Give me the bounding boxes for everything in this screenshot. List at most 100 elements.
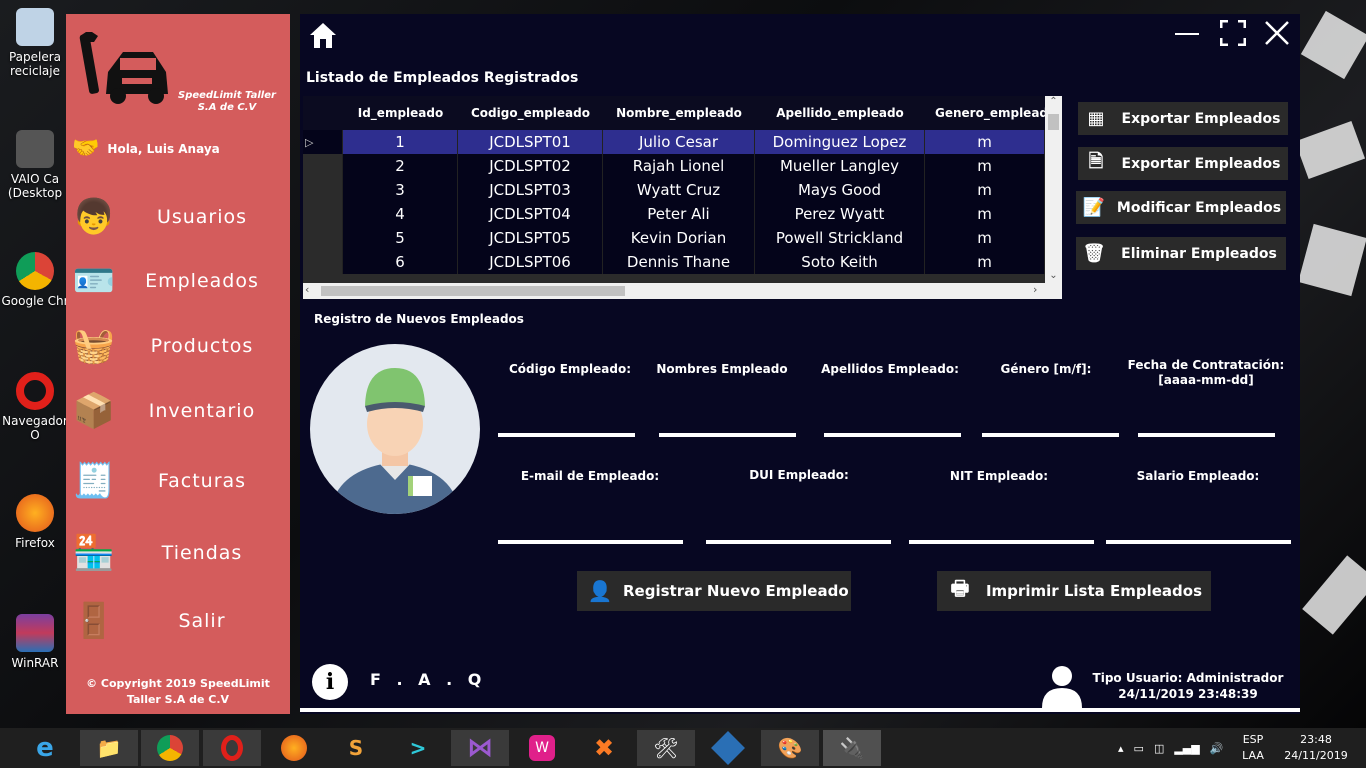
table-cell[interactable]: m [925, 178, 1045, 202]
taskbar-wamp[interactable]: W [513, 730, 571, 766]
desktop-icon-opera[interactable]: Navegador O [0, 372, 70, 442]
chevron-up-icon[interactable]: ▴ [1118, 742, 1124, 755]
scroll-down-arrow-icon[interactable]: ⌄ [1045, 270, 1062, 281]
sidebar-item-inventario[interactable]: 📦 Inventario [70, 382, 286, 440]
battery-icon[interactable]: ▭ [1134, 742, 1144, 755]
column-header[interactable]: Codigo_empleado [458, 96, 603, 130]
desktop-icon-winrar[interactable]: WinRAR [0, 614, 70, 670]
table-cell[interactable]: m [925, 250, 1045, 274]
table-cell[interactable]: 5 [343, 226, 458, 250]
network-icon[interactable]: ◫ [1154, 742, 1164, 755]
row-header[interactable] [303, 178, 343, 202]
desktop-icon-vaio[interactable]: VAIO Ca (Desktop [0, 130, 70, 200]
language-indicator[interactable]: ESP LAA [1236, 732, 1270, 764]
taskbar-firefox[interactable] [265, 730, 323, 766]
table-cell[interactable]: 4 [343, 202, 458, 226]
vertical-scrollbar[interactable]: ⌃ ⌄ [1045, 96, 1062, 283]
table-cell[interactable]: Wyatt Cruz [603, 178, 755, 202]
taskbar-chrome[interactable] [141, 730, 199, 766]
table-cell[interactable]: m [925, 154, 1045, 178]
table-cell[interactable]: Rajah Lionel [603, 154, 755, 178]
taskbar-ie[interactable]: e [16, 730, 74, 766]
table-cell[interactable]: m [925, 202, 1045, 226]
table-cell[interactable]: 6 [343, 250, 458, 274]
table-cell[interactable]: m [925, 130, 1045, 154]
sidebar-item-facturas[interactable]: 🧾 Facturas [70, 452, 286, 510]
table-cell[interactable]: Mueller Langley [755, 154, 925, 178]
table-cell[interactable]: Julio Cesar [603, 130, 755, 154]
scroll-thumb[interactable] [1048, 114, 1059, 130]
table-row[interactable]: 4 JCDLSPT04 Peter Ali Perez Wyatt m [303, 202, 1045, 226]
sidebar-item-usuarios[interactable]: 👦 Usuarios [70, 188, 286, 246]
table-cell[interactable]: 3 [343, 178, 458, 202]
taskbar-opera[interactable] [203, 730, 261, 766]
table-cell[interactable]: 2 [343, 154, 458, 178]
table-row[interactable]: 5 JCDLSPT05 Kevin Dorian Powell Strickland m [303, 226, 1045, 250]
employees-grid[interactable]: Id_empleado Codigo_empleado Nombre_emple… [303, 96, 1062, 299]
taskbar-paint[interactable]: 🎨 [761, 730, 819, 766]
row-header[interactable] [303, 226, 343, 250]
modify-employees-button[interactable]: 📝 Modificar Empleados [1076, 191, 1286, 224]
table-cell[interactable]: Dennis Thane [603, 250, 755, 274]
taskbar-plugin[interactable]: 🔌 [823, 730, 881, 766]
column-header[interactable]: Nombre_empleado [603, 96, 755, 130]
row-header[interactable]: ▷ [303, 130, 343, 154]
home-button[interactable] [306, 18, 340, 52]
taskbar-virtualbox[interactable] [699, 730, 757, 766]
taskbar-powershell[interactable]: > [389, 730, 447, 766]
desktop-icon-chrome[interactable]: Google Chr [0, 252, 70, 308]
faq-link[interactable]: F . A . Q [370, 670, 486, 689]
table-row[interactable]: 3 JCDLSPT03 Wyatt Cruz Mays Good m [303, 178, 1045, 202]
export-excel-button[interactable]: ▦ Exportar Empleados [1078, 102, 1288, 135]
table-cell[interactable]: Peter Ali [603, 202, 755, 226]
fecha-input[interactable] [1138, 433, 1275, 437]
close-button[interactable] [1262, 18, 1292, 48]
sidebar-item-salir[interactable]: 🚪 Salir [70, 592, 286, 650]
info-button[interactable]: i [312, 664, 348, 700]
horizontal-scroll-thumb[interactable] [321, 286, 625, 296]
column-header[interactable]: Apellido_empleado [755, 96, 925, 130]
table-cell[interactable]: Mays Good [755, 178, 925, 202]
table-row[interactable]: 2 JCDLSPT02 Rajah Lionel Mueller Langley m [303, 154, 1045, 178]
table-cell[interactable]: m [925, 226, 1045, 250]
apellidos-input[interactable] [824, 433, 961, 437]
sidebar-item-tiendas[interactable]: 🏪 Tiendas [70, 524, 286, 582]
codigo-input[interactable] [498, 433, 635, 437]
minimize-button[interactable] [1172, 18, 1202, 48]
table-cell[interactable]: Powell Strickland [755, 226, 925, 250]
export-pdf-button[interactable]: 🗎 Exportar Empleados [1078, 147, 1288, 180]
sidebar-item-productos[interactable]: 🧺 Productos [70, 317, 286, 375]
signal-icon[interactable]: ▂▄▆ [1174, 742, 1199, 755]
delete-employees-button[interactable]: 🗑 Eliminar Empleados [1076, 237, 1286, 270]
column-header[interactable]: Genero_empleado [925, 96, 1045, 130]
table-cell[interactable]: JCDLSPT05 [458, 226, 603, 250]
table-row[interactable]: 6 JCDLSPT06 Dennis Thane Soto Keith m [303, 250, 1045, 274]
desktop-icon-firefox[interactable]: Firefox [0, 494, 70, 550]
table-cell[interactable]: JCDLSPT06 [458, 250, 603, 274]
genero-input[interactable] [982, 433, 1119, 437]
row-header[interactable] [303, 202, 343, 226]
taskbar-file-explorer[interactable]: 📁 [80, 730, 138, 766]
scroll-right-arrow-icon[interactable]: › [1033, 283, 1037, 296]
salario-input[interactable] [1106, 540, 1291, 544]
print-list-button[interactable]: 🖶 Imprimir Lista Empleados [937, 571, 1211, 611]
row-header[interactable] [303, 154, 343, 178]
taskbar-sublime[interactable]: S [327, 730, 385, 766]
table-cell[interactable]: JCDLSPT01 [458, 130, 603, 154]
desktop-icon-recycle-bin[interactable]: Papelera reciclaje [0, 8, 70, 78]
table-cell[interactable]: JCDLSPT04 [458, 202, 603, 226]
table-row[interactable]: ▷ 1 JCDLSPT01 Julio Cesar Dominguez Lopez m [303, 130, 1045, 154]
table-cell[interactable]: Perez Wyatt [755, 202, 925, 226]
taskbar-tools[interactable]: 🛠 [637, 730, 695, 766]
volume-icon[interactable]: 🔊 [1210, 742, 1224, 755]
nit-input[interactable] [909, 540, 1094, 544]
row-header[interactable] [303, 250, 343, 274]
horizontal-scrollbar[interactable]: ‹ › [303, 283, 1062, 299]
sidebar-item-empleados[interactable]: 🪪 Empleados [70, 252, 286, 310]
register-employee-button[interactable]: 👤 Registrar Nuevo Empleado [577, 571, 851, 611]
scroll-left-arrow-icon[interactable]: ‹ [305, 283, 309, 296]
email-input[interactable] [498, 540, 683, 544]
taskbar-xampp[interactable]: ✖ [575, 730, 633, 766]
taskbar-visual-studio[interactable]: ⋈ [451, 730, 509, 766]
table-cell[interactable]: Kevin Dorian [603, 226, 755, 250]
